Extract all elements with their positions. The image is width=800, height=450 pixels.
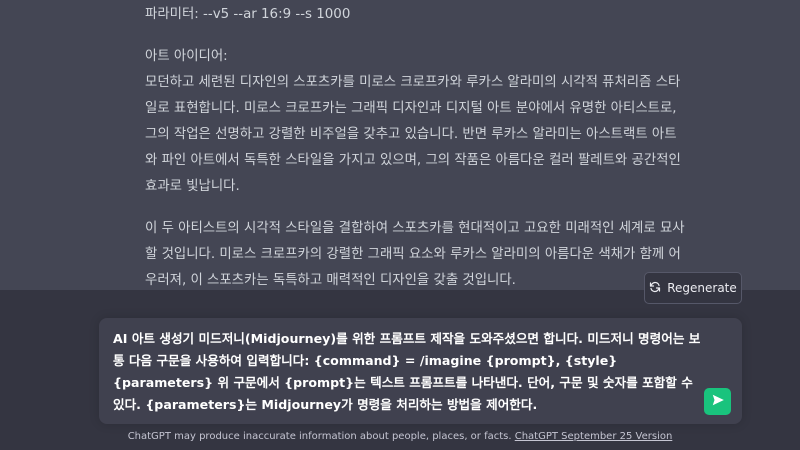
footer-disclaimer: ChatGPT may produce inaccurate informati… [0,431,800,442]
art-idea-heading: 아트 아이디어: [145,49,228,64]
regenerate-label: Regenerate [667,281,737,295]
assistant-message: 파라미터: --v5 --ar 16:9 --s 1000 아트 아이디어: 모… [145,2,685,310]
send-button[interactable] [704,388,731,415]
art-idea-paragraph: 아트 아이디어: 모던하고 세련된 디자인의 스포츠카를 미로스 크로프카와 루… [145,44,685,200]
disclaimer-text: ChatGPT may produce inaccurate informati… [127,431,515,442]
send-icon [711,392,725,411]
refresh-icon [649,281,661,296]
conversation-area: 파라미터: --v5 --ar 16:9 --s 1000 아트 아이디어: 모… [0,0,800,290]
regenerate-button[interactable]: Regenerate [644,272,742,304]
art-idea-body: 모던하고 세련된 디자인의 스포츠카를 미로스 크로프카와 루카스 알라미의 시… [145,75,681,194]
params-line: 파라미터: --v5 --ar 16:9 --s 1000 [145,7,351,22]
message-input[interactable]: AI 아트 생성기 미드저니(Midjourney)를 위한 프롬프트 제작을 … [113,328,703,416]
message-composer[interactable]: AI 아트 생성기 미드저니(Midjourney)를 위한 프롬프트 제작을 … [99,318,742,424]
paragraph-2: 이 두 아티스트의 시각적 스타일을 결합하여 스포츠카를 현대적이고 고요한 … [145,221,685,288]
version-link[interactable]: ChatGPT September 25 Version [515,431,673,442]
